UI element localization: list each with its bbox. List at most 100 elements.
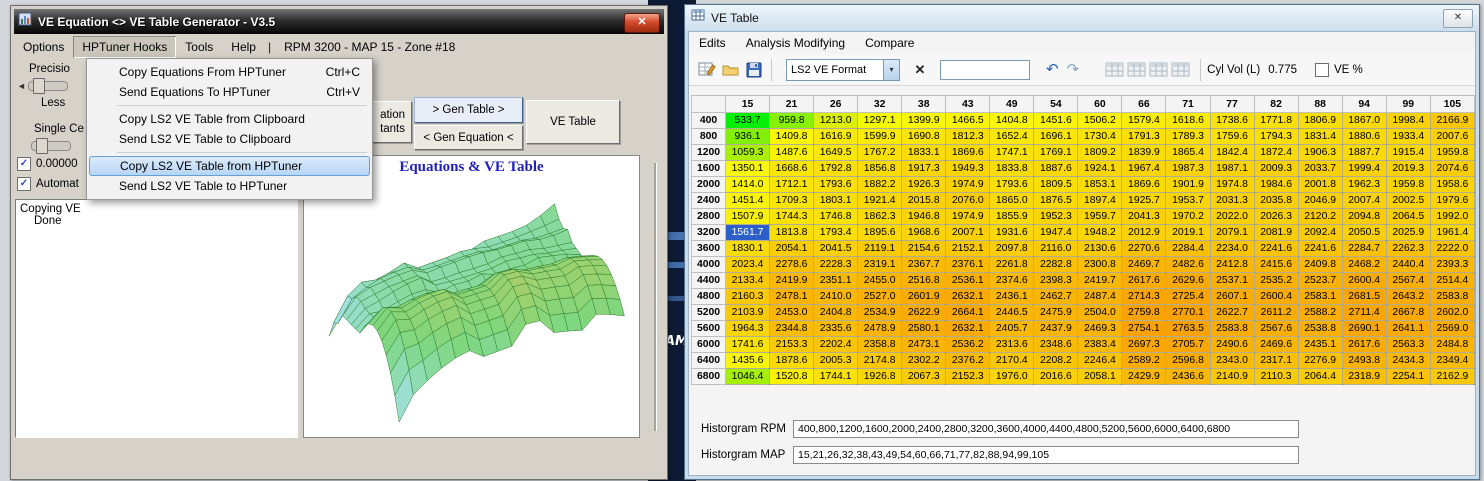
ve-cell-2000-43[interactable]: 1974.9 (945, 176, 991, 193)
ve-cell-1200-38[interactable]: 1833.1 (901, 144, 947, 161)
ve-cell-1200-15[interactable]: 1059.3 (724, 144, 771, 161)
ve-cell-6800-15[interactable]: 1046.4 (724, 368, 771, 385)
ve-cell-6800-32[interactable]: 1926.8 (857, 368, 903, 385)
ve-cell-6400-32[interactable]: 2174.8 (857, 352, 903, 369)
ve-cell-2400-43[interactable]: 2076.0 (945, 192, 991, 209)
ve-cell-2400-94[interactable]: 2007.4 (1341, 192, 1387, 209)
rpm-row-header-6400[interactable]: 6400 (691, 352, 726, 369)
ve-cell-6000-49[interactable]: 2313.6 (989, 336, 1035, 353)
ve-cell-2000-21[interactable]: 1712.1 (769, 176, 815, 193)
ve-cell-5200-71[interactable]: 2770.1 (1165, 304, 1211, 321)
ve-cell-4800-82[interactable]: 2600.4 (1253, 288, 1299, 305)
ve-cell-5200-43[interactable]: 2664.1 (945, 304, 991, 321)
ve-cell-6000-105[interactable]: 2484.8 (1429, 336, 1476, 353)
ve-cell-1200-82[interactable]: 1872.4 (1253, 144, 1299, 161)
rpm-row-header-5200[interactable]: 5200 (691, 304, 726, 321)
ve-cell-5200-60[interactable]: 2504.0 (1077, 304, 1123, 321)
ve-cell-400-71[interactable]: 1618.6 (1165, 112, 1211, 129)
ve-cell-4000-26[interactable]: 2228.3 (813, 256, 859, 273)
ve-cell-6400-60[interactable]: 2246.4 (1077, 352, 1123, 369)
ve-cell-1600-105[interactable]: 2074.6 (1429, 160, 1476, 177)
generator-titlebar[interactable]: VE Equation <> VE Table Generator - V3.5… (14, 9, 664, 34)
ve-cell-5600-43[interactable]: 2632.1 (945, 320, 991, 337)
ve-cell-6400-99[interactable]: 2434.3 (1385, 352, 1431, 369)
ve-cell-2800-26[interactable]: 1746.8 (813, 208, 859, 225)
ve-cell-4400-21[interactable]: 2419.9 (769, 272, 815, 289)
ve-cell-4800-71[interactable]: 2725.4 (1165, 288, 1211, 305)
chevron-down-icon[interactable]: ▾ (883, 59, 899, 80)
ve-cell-400-26[interactable]: 1213.0 (813, 112, 859, 129)
ve-cell-6800-38[interactable]: 2067.3 (901, 368, 947, 385)
ve-cell-2800-82[interactable]: 2026.3 (1253, 208, 1299, 225)
ve-cell-6000-82[interactable]: 2469.6 (1253, 336, 1299, 353)
ve-cell-1600-49[interactable]: 1833.8 (989, 160, 1035, 177)
ve-cell-3600-82[interactable]: 2241.6 (1253, 240, 1299, 257)
slider-track[interactable] (27, 78, 68, 94)
ve-cell-3600-32[interactable]: 2119.1 (857, 240, 903, 257)
ve-cell-800-60[interactable]: 1730.4 (1077, 128, 1123, 145)
map-column-header-49[interactable]: 49 (989, 95, 1035, 113)
ve-cell-2400-54[interactable]: 1876.5 (1033, 192, 1079, 209)
menu-item-copy-ls2-ve-table-from-hptuner[interactable]: Copy LS2 VE Table from HPTuner (89, 156, 370, 176)
ve-cell-4800-60[interactable]: 2487.4 (1077, 288, 1123, 305)
ve-cell-6000-54[interactable]: 2348.6 (1033, 336, 1079, 353)
ve-cell-2000-66[interactable]: 1869.6 (1121, 176, 1167, 193)
ve-cell-6800-105[interactable]: 2162.9 (1429, 368, 1476, 385)
ve-cell-5600-88[interactable]: 2538.8 (1297, 320, 1343, 337)
ve-cell-2000-32[interactable]: 1882.2 (857, 176, 903, 193)
rpm-row-header-1600[interactable]: 1600 (691, 160, 726, 177)
ve-cell-1200-26[interactable]: 1649.5 (813, 144, 859, 161)
ve-cell-1600-88[interactable]: 2033.7 (1297, 160, 1343, 177)
ve-cell-2400-60[interactable]: 1897.4 (1077, 192, 1123, 209)
ve-cell-4800-15[interactable]: 2160.3 (724, 288, 771, 305)
ve-cell-2400-77[interactable]: 2031.3 (1209, 192, 1255, 209)
ve-cell-400-49[interactable]: 1404.8 (989, 112, 1035, 129)
ve-cell-800-15[interactable]: 936.1 (724, 128, 771, 145)
ve-cell-400-54[interactable]: 1451.6 (1033, 112, 1079, 129)
ve-cell-1600-77[interactable]: 1987.1 (1209, 160, 1255, 177)
ve-cell-400-105[interactable]: 2166.9 (1429, 112, 1476, 129)
ve-cell-6400-38[interactable]: 2302.2 (901, 352, 947, 369)
ve-cell-6400-21[interactable]: 1878.6 (769, 352, 815, 369)
ve-cell-1200-88[interactable]: 1906.3 (1297, 144, 1343, 161)
ve-cell-1200-54[interactable]: 1769.1 (1033, 144, 1079, 161)
ve-cell-5600-66[interactable]: 2754.1 (1121, 320, 1167, 337)
ve-cell-2800-43[interactable]: 1974.9 (945, 208, 991, 225)
gen-equation-button[interactable]: < Gen Equation < (414, 125, 523, 150)
ve-cell-2800-77[interactable]: 2022.0 (1209, 208, 1255, 225)
rpm-row-header-4400[interactable]: 4400 (691, 272, 726, 289)
open-file-icon[interactable] (719, 57, 743, 83)
ve-cell-3600-71[interactable]: 2284.4 (1165, 240, 1211, 257)
ve-cell-6400-82[interactable]: 2317.1 (1253, 352, 1299, 369)
ve-cell-3600-77[interactable]: 2234.0 (1209, 240, 1255, 257)
ve-cell-4000-32[interactable]: 2319.1 (857, 256, 903, 273)
ve-cell-4000-38[interactable]: 2367.7 (901, 256, 947, 273)
ve-cell-4800-43[interactable]: 2632.1 (945, 288, 991, 305)
ve-cell-2400-32[interactable]: 1921.4 (857, 192, 903, 209)
ve-cell-4000-77[interactable]: 2412.8 (1209, 256, 1255, 273)
ve-cell-2400-49[interactable]: 1865.0 (989, 192, 1035, 209)
ve-cell-800-21[interactable]: 1409.8 (769, 128, 815, 145)
ve-cell-4400-15[interactable]: 2133.4 (724, 272, 771, 289)
redo-icon[interactable]: ↷ (1067, 62, 1080, 77)
ve-cell-2000-15[interactable]: 1414.0 (724, 176, 771, 193)
map-column-header-105[interactable]: 105 (1429, 95, 1476, 113)
ve-cell-800-54[interactable]: 1696.1 (1033, 128, 1079, 145)
ve-cell-5200-38[interactable]: 2622.9 (901, 304, 947, 321)
ve-cell-1200-21[interactable]: 1487.6 (769, 144, 815, 161)
ve-cell-400-99[interactable]: 1998.4 (1385, 112, 1431, 129)
ve-cell-4400-32[interactable]: 2455.0 (857, 272, 903, 289)
ve-cell-400-88[interactable]: 1806.9 (1297, 112, 1343, 129)
ve-cell-2800-15[interactable]: 1507.9 (724, 208, 771, 225)
ve-cell-6800-60[interactable]: 2058.1 (1077, 368, 1123, 385)
ve-cell-6800-49[interactable]: 1976.0 (989, 368, 1035, 385)
automatic-checkbox[interactable]: ✓ (17, 177, 31, 191)
close-button[interactable]: ✕ (624, 13, 660, 33)
ve-cell-3600-99[interactable]: 2262.3 (1385, 240, 1431, 257)
ve-cell-6800-71[interactable]: 2436.6 (1165, 368, 1211, 385)
ve-cell-2400-99[interactable]: 2002.5 (1385, 192, 1431, 209)
ve-cell-3200-38[interactable]: 1968.6 (901, 224, 947, 241)
ve-cell-3200-77[interactable]: 2079.1 (1209, 224, 1255, 241)
ve-cell-5200-94[interactable]: 2711.4 (1341, 304, 1387, 321)
rpm-row-header-5600[interactable]: 5600 (691, 320, 726, 337)
